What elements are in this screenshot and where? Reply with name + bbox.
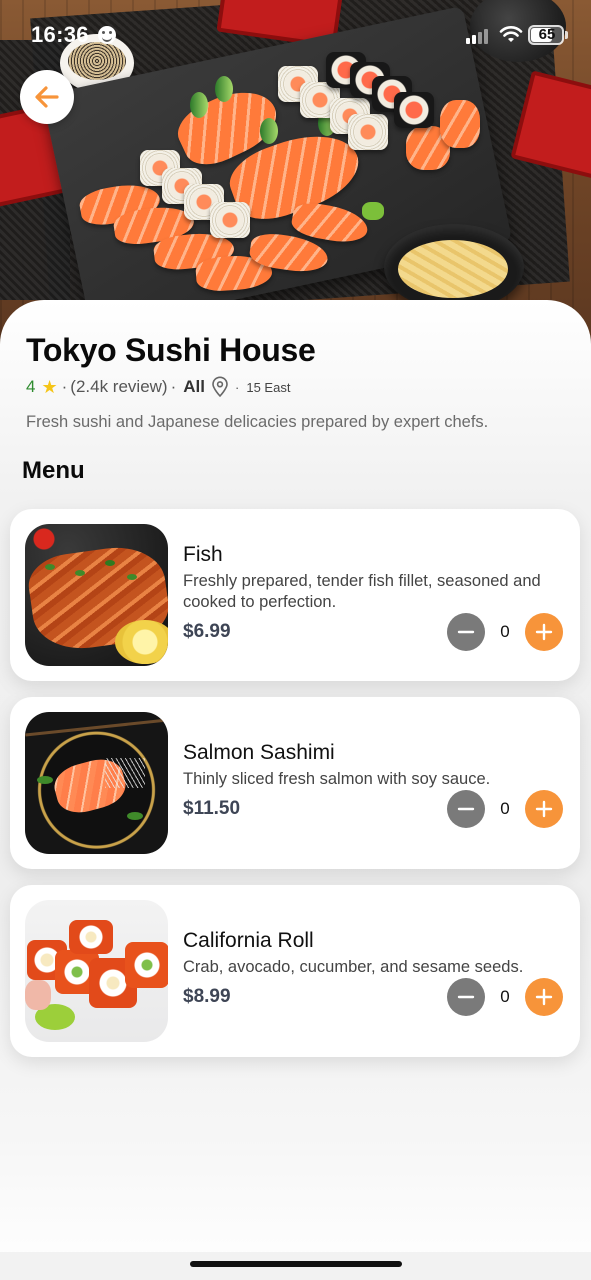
cucumber xyxy=(215,76,233,102)
restaurant-description: Fresh sushi and Japanese delicacies prep… xyxy=(26,413,489,431)
quantity-value: 0 xyxy=(500,987,510,1006)
item-price: $8.99 xyxy=(183,986,231,1007)
decrease-button[interactable] xyxy=(447,613,485,651)
item-image xyxy=(25,900,168,1042)
location-text: 15 East xyxy=(246,379,291,395)
home-indicator[interactable] xyxy=(190,1261,402,1267)
separator: · xyxy=(61,377,68,396)
arrow-left-icon xyxy=(35,86,59,108)
item-price: $11.50 xyxy=(183,798,241,819)
signal-icon xyxy=(466,28,492,44)
decrease-button[interactable] xyxy=(447,790,485,828)
restaurant-name: Tokyo Sushi House xyxy=(26,332,316,368)
minus-icon xyxy=(457,995,475,999)
increase-button[interactable] xyxy=(525,978,563,1016)
separator: · xyxy=(170,377,177,396)
maki-roll xyxy=(394,92,434,128)
menu-item-card[interactable]: Salmon Sashimi Thinly sliced fresh salmo… xyxy=(10,697,580,869)
status-bar: 16:36 65 xyxy=(0,0,591,70)
item-name: Salmon Sashimi xyxy=(183,741,335,764)
item-image xyxy=(25,712,168,854)
maki-roll xyxy=(348,114,388,150)
star-icon: ★ xyxy=(41,376,58,397)
wasabi xyxy=(362,202,384,220)
quantity-stepper: 0 xyxy=(447,790,567,828)
rating-value: 4 xyxy=(26,377,36,396)
gunkan xyxy=(440,100,480,148)
wifi-icon xyxy=(499,26,523,42)
separator: · xyxy=(235,379,240,395)
cucumber xyxy=(260,118,278,144)
category-filter[interactable]: All xyxy=(183,377,205,397)
plus-icon xyxy=(535,988,553,1006)
minus-icon xyxy=(457,630,475,634)
plus-icon xyxy=(535,800,553,818)
item-name: Fish xyxy=(183,543,223,566)
back-button[interactable] xyxy=(20,70,74,124)
increase-button[interactable] xyxy=(525,613,563,651)
pickled-ginger xyxy=(398,240,508,298)
battery-level: 65 xyxy=(538,26,556,43)
minus-icon xyxy=(457,807,475,811)
plus-icon xyxy=(535,623,553,641)
quantity-stepper: 0 xyxy=(447,978,567,1016)
menu-item-card[interactable]: Fish Freshly prepared, tender fish fille… xyxy=(10,509,580,681)
item-description: Thinly sliced fresh salmon with soy sauc… xyxy=(183,770,491,788)
menu-heading: Menu xyxy=(22,457,85,484)
quantity-stepper: 0 xyxy=(447,613,567,651)
restaurant-meta: 4 ★ · (2.4k review) · All · 15 East xyxy=(26,376,290,398)
status-time: 16:36 xyxy=(31,22,89,47)
decrease-button[interactable] xyxy=(447,978,485,1016)
item-image xyxy=(25,524,168,666)
maki-roll xyxy=(210,202,250,238)
quantity-value: 0 xyxy=(500,799,510,818)
review-count[interactable]: (2.4k review) xyxy=(70,377,167,397)
item-description: Freshly prepared, tender fish fillet, se… xyxy=(183,572,541,611)
location-pin-icon xyxy=(212,376,228,398)
item-name: California Roll xyxy=(183,929,314,952)
quantity-value: 0 xyxy=(500,622,510,641)
item-price: $6.99 xyxy=(183,621,231,642)
battery-icon: 65 xyxy=(528,25,564,45)
increase-button[interactable] xyxy=(525,790,563,828)
cucumber xyxy=(190,92,208,118)
menu-item-card[interactable]: California Roll Crab, avocado, cucumber,… xyxy=(10,885,580,1057)
smiley-icon xyxy=(98,26,116,44)
item-description: Crab, avocado, cucumber, and sesame seed… xyxy=(183,958,524,976)
